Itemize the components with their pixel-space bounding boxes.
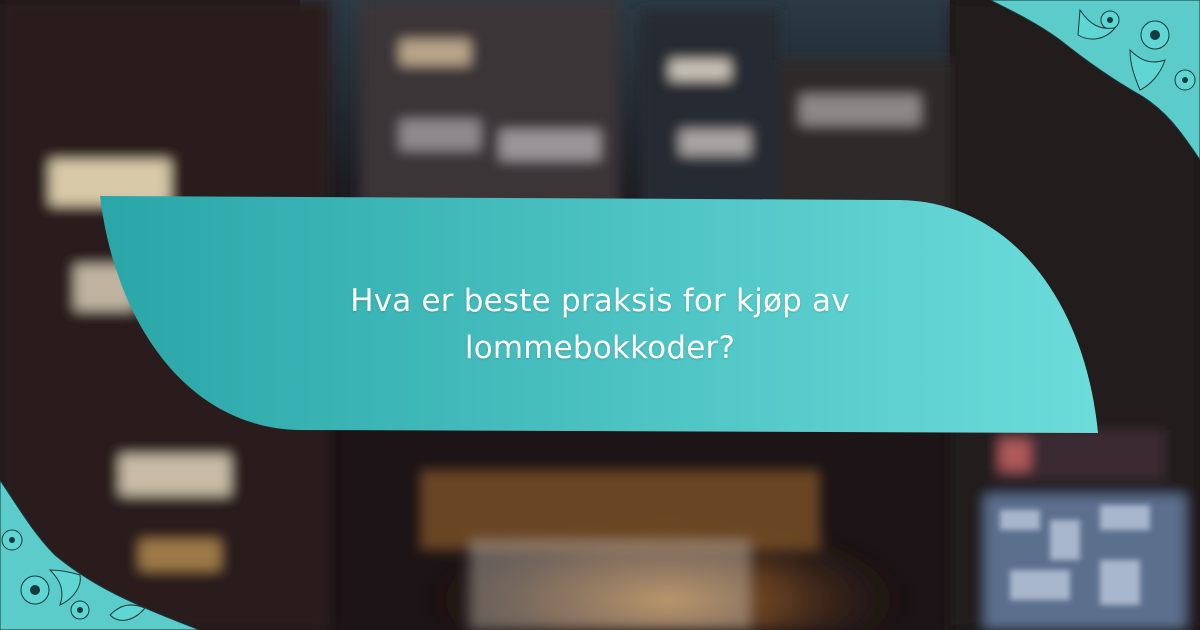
corner-ornament-top-right — [990, 0, 1200, 160]
corner-ornament-bottom-left — [0, 480, 200, 630]
headline-title: Hva er beste praksis for kjøp av lommebo… — [350, 283, 850, 366]
hero-image: Hva er beste praksis for kjøp av lommebo… — [0, 0, 1200, 630]
